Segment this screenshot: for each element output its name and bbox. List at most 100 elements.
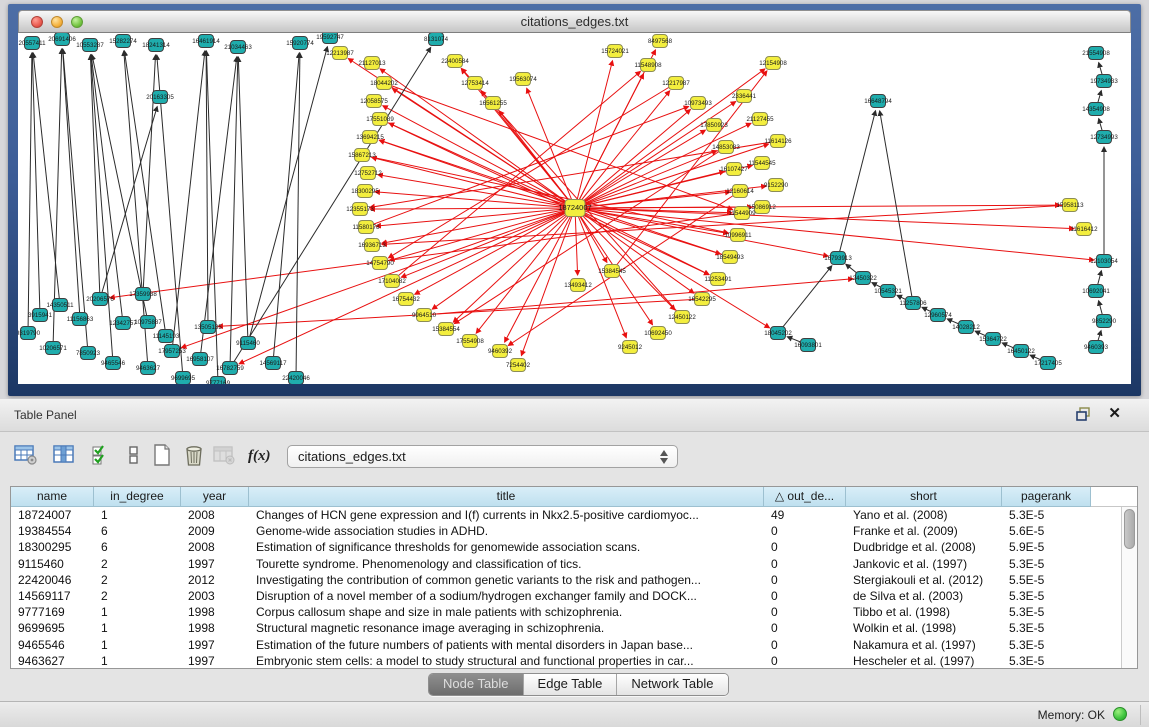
graph-edge[interactable] bbox=[33, 53, 60, 305]
column-checklist-icon[interactable] bbox=[90, 444, 116, 470]
graph-edge[interactable] bbox=[575, 208, 694, 293]
cell-pagerank[interactable]: 5.6E-5 bbox=[1002, 523, 1091, 539]
table-row[interactable]: 946554611997Estimation of the future num… bbox=[11, 637, 1121, 653]
graph-edge[interactable] bbox=[362, 155, 728, 233]
graph-edge[interactable] bbox=[575, 208, 828, 256]
cell-short[interactable]: Tibbo et al. (1998) bbox=[846, 604, 1002, 620]
cell-title[interactable]: Investigating the contribution of common… bbox=[249, 572, 764, 588]
graph-edge[interactable] bbox=[248, 47, 327, 343]
scrollbar-thumb[interactable] bbox=[1124, 509, 1135, 549]
cell-name[interactable]: 19384554 bbox=[11, 523, 94, 539]
graph-edge[interactable] bbox=[384, 83, 733, 210]
graph-edge[interactable] bbox=[880, 111, 913, 303]
table-row[interactable]: 977716911998Corpus callosum shape and si… bbox=[11, 604, 1121, 620]
graph-edge[interactable] bbox=[380, 119, 709, 275]
function-builder-icon[interactable]: f(x) bbox=[248, 448, 274, 474]
cell-title[interactable]: Tourette syndrome. Phenomenology and cla… bbox=[249, 556, 764, 572]
graph-edge[interactable] bbox=[273, 53, 299, 363]
cell-title[interactable]: Disruption of a novel member of a sodium… bbox=[249, 588, 764, 604]
cell-year[interactable]: 1998 bbox=[181, 604, 249, 620]
table-row[interactable]: 911546021997Tourette syndrome. Phenomeno… bbox=[11, 556, 1121, 572]
graph-edge[interactable] bbox=[778, 266, 832, 333]
cell-pagerank[interactable]: 5.3E-5 bbox=[1002, 653, 1091, 668]
cell-short[interactable]: Hescheler et al. (1997) bbox=[846, 653, 1002, 668]
cell-name[interactable]: 22420046 bbox=[11, 572, 94, 588]
cell-in_degree[interactable]: 2 bbox=[94, 588, 181, 604]
cell-in_degree[interactable]: 1 bbox=[94, 653, 181, 668]
network-window[interactable]: citations_edges.txt 20557411206914061055… bbox=[8, 4, 1141, 396]
graph-edge[interactable] bbox=[424, 279, 853, 315]
graph-edge[interactable] bbox=[415, 208, 575, 294]
graph-edge[interactable] bbox=[63, 49, 80, 319]
graph-edge[interactable] bbox=[218, 299, 702, 326]
column-header-pagerank[interactable]: pagerank bbox=[1002, 487, 1091, 507]
cell-year[interactable]: 2009 bbox=[181, 523, 249, 539]
cell-pagerank[interactable]: 5.3E-5 bbox=[1002, 556, 1091, 572]
graph-edge[interactable] bbox=[575, 205, 1060, 208]
cell-name[interactable]: 14569117 bbox=[11, 588, 94, 604]
cell-in_degree[interactable]: 6 bbox=[94, 523, 181, 539]
cell-year[interactable]: 2008 bbox=[181, 507, 249, 523]
cell-title[interactable]: Embryonic stem cells: a model to study s… bbox=[249, 653, 764, 668]
cell-in_degree[interactable]: 1 bbox=[94, 507, 181, 523]
new-column-icon[interactable] bbox=[150, 444, 176, 470]
cell-name[interactable]: 9115460 bbox=[11, 556, 94, 572]
graph-edge[interactable] bbox=[505, 208, 575, 342]
show-columns-icon[interactable] bbox=[52, 444, 78, 470]
cell-name[interactable]: 18724007 bbox=[11, 507, 94, 523]
vertical-scrollbar[interactable] bbox=[1121, 507, 1137, 668]
table-row[interactable]: 1872400712008Changes of HCN gene express… bbox=[11, 507, 1121, 523]
rows-icon[interactable] bbox=[122, 444, 148, 470]
column-header-title[interactable]: title bbox=[249, 487, 764, 507]
graph-edge[interactable] bbox=[383, 106, 575, 208]
graph-edge[interactable] bbox=[32, 53, 40, 315]
cell-pagerank[interactable]: 5.9E-5 bbox=[1002, 539, 1091, 555]
memory-status-icon[interactable] bbox=[1113, 707, 1127, 721]
cell-pagerank[interactable]: 5.5E-5 bbox=[1002, 572, 1091, 588]
tab-node-table[interactable]: Node Table bbox=[429, 674, 524, 695]
delete-column-icon[interactable] bbox=[182, 444, 208, 470]
cell-pagerank[interactable]: 5.3E-5 bbox=[1002, 604, 1091, 620]
graph-edge[interactable] bbox=[28, 53, 32, 333]
table-row[interactable]: 1830029562008Estimation of significance … bbox=[11, 539, 1121, 555]
table-row[interactable]: 946362711997Embryonic stem cells: a mode… bbox=[11, 653, 1121, 668]
tab-network-table[interactable]: Network Table bbox=[617, 674, 727, 695]
cell-pagerank[interactable]: 5.3E-5 bbox=[1002, 588, 1091, 604]
cell-title[interactable]: Genome-wide association studies in ADHD. bbox=[249, 523, 764, 539]
cell-title[interactable]: Estimation of significance thresholds fo… bbox=[249, 539, 764, 555]
network-canvas[interactable]: 2055741120691406105532871528227418241314… bbox=[18, 33, 1131, 384]
cell-short[interactable]: Jankovic et al. (1997) bbox=[846, 556, 1002, 572]
table-row[interactable]: 1938455462009Genome-wide association stu… bbox=[11, 523, 1121, 539]
cell-title[interactable]: Corpus callosum shape and size in male p… bbox=[249, 604, 764, 620]
network-window-titlebar[interactable]: citations_edges.txt bbox=[18, 10, 1131, 33]
graph-edge[interactable] bbox=[296, 53, 300, 378]
table-selector-dropdown[interactable]: citations_edges.txt bbox=[287, 445, 678, 468]
cell-in_degree[interactable]: 2 bbox=[94, 572, 181, 588]
cell-out_de[interactable]: 49 bbox=[764, 507, 846, 523]
cell-title[interactable]: Structural magnetic resonance image aver… bbox=[249, 620, 764, 636]
cell-short[interactable]: de Silva et al. (2003) bbox=[846, 588, 1002, 604]
cell-pagerank[interactable]: 5.3E-5 bbox=[1002, 507, 1091, 523]
graph-edge[interactable] bbox=[238, 57, 248, 343]
graph-edge[interactable] bbox=[372, 157, 575, 208]
cell-year[interactable]: 2008 bbox=[181, 539, 249, 555]
node-table[interactable]: namein_degreeyeartitle△ out_de...shortpa… bbox=[10, 486, 1138, 669]
graph-edge[interactable] bbox=[575, 61, 613, 208]
table-row[interactable]: 2242004622012Investigating the contribut… bbox=[11, 572, 1121, 588]
cell-year[interactable]: 1997 bbox=[181, 637, 249, 653]
cell-out_de[interactable]: 0 bbox=[764, 620, 846, 636]
column-header-name[interactable]: name bbox=[11, 487, 94, 507]
cell-short[interactable]: Stergiakouli et al. (2012) bbox=[846, 572, 1002, 588]
cell-out_de[interactable]: 0 bbox=[764, 653, 846, 668]
cell-in_degree[interactable]: 6 bbox=[94, 539, 181, 555]
tab-edge-table[interactable]: Edge Table bbox=[524, 674, 618, 695]
table-row[interactable]: 1456911722003Disruption of a novel membe… bbox=[11, 588, 1121, 604]
table-mode-icon[interactable] bbox=[14, 444, 40, 470]
graph-edge[interactable] bbox=[476, 208, 575, 333]
cell-out_de[interactable]: 0 bbox=[764, 556, 846, 572]
cell-out_de[interactable]: 0 bbox=[764, 523, 846, 539]
cell-name[interactable]: 9463627 bbox=[11, 653, 94, 668]
float-window-icon[interactable] bbox=[1076, 407, 1091, 421]
cell-year[interactable]: 2003 bbox=[181, 588, 249, 604]
column-header-in_degree[interactable]: in_degree bbox=[94, 487, 181, 507]
